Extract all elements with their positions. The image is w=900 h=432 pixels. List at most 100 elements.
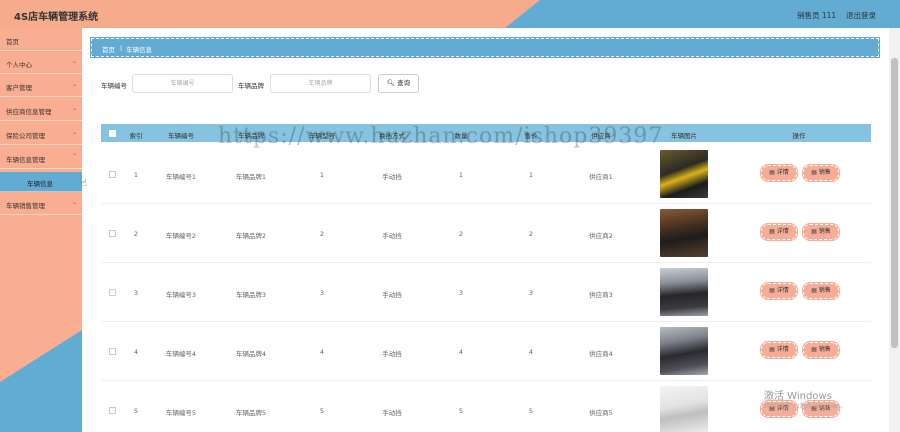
sidebar-item-home[interactable]: 首页 [0, 29, 82, 51]
search-button[interactable]: 🔍︎ 查询 [378, 74, 419, 93]
chevron-down-icon: ⌄ [71, 58, 77, 65]
sidebar-item-label: 客户管理 [6, 84, 32, 92]
sell-button[interactable]: ▤ 销售 [802, 341, 840, 359]
search-button-label: 查询 [397, 79, 411, 87]
sidebar: 首页 个人中心 ⌄ 客户管理 ⌄ 供应商信息管理 ⌄ 保险公司管理 ⌄ 车辆信息… [0, 28, 82, 432]
cell-price: 1 [528, 171, 534, 179]
col-image: 车辆图片 [671, 132, 697, 140]
detail-button-label: 详情 [776, 287, 789, 294]
windows-activation-hint: 转到"设置"以激活 Windows。 [764, 403, 847, 410]
vehicle-brand-input[interactable]: 车辆品牌 [270, 74, 371, 93]
cell-index: 2 [133, 230, 139, 238]
scrollbar-thumb[interactable] [891, 58, 898, 348]
watermark: https://www.huzhan.com/ishop39397 [218, 124, 664, 149]
cell-brand: 车辆品牌1 [235, 173, 267, 181]
row-checkbox[interactable] [109, 171, 116, 178]
car-thumbnail [660, 327, 708, 375]
sell-button-label: 销售 [818, 287, 831, 294]
detail-button[interactable]: ▤ 详情 [760, 223, 798, 241]
sidebar-item-vehicle-info-mgmt[interactable]: 车辆信息管理 ⌃ [0, 147, 82, 169]
cell-qty: 2 [458, 230, 464, 238]
row-checkbox[interactable] [109, 407, 116, 414]
sidebar-item-vehicle-info[interactable]: 车辆信息 [0, 172, 82, 192]
cell-brand: 车辆品牌4 [235, 350, 267, 358]
cell-code: 车辆编号5 [165, 409, 197, 417]
page-scrollbar[interactable] [889, 28, 900, 432]
cell-code: 车辆编号1 [165, 173, 197, 181]
cell-model: 1 [319, 171, 325, 179]
detail-button[interactable]: ▤ 详情 [760, 341, 798, 359]
chevron-up-icon: ⌃ [71, 153, 77, 160]
sidebar-item-suppliers[interactable]: 供应商信息管理 ⌄ [0, 99, 82, 121]
row-checkbox[interactable] [109, 230, 116, 237]
chevron-down-icon: ⌄ [71, 129, 77, 136]
cell-model: 2 [319, 230, 325, 238]
detail-button[interactable]: ▤ 详情 [760, 282, 798, 300]
sell-button-label: 销售 [818, 169, 831, 176]
sidebar-item-customers[interactable]: 客户管理 ⌄ [0, 75, 82, 97]
sidebar-item-label: 首页 [6, 38, 19, 46]
cell-code: 车辆编号4 [165, 350, 197, 358]
cell-supplier: 供应商2 [589, 232, 613, 240]
table-row: 3 车辆编号3 车辆品牌3 3 手动挡 3 3 供应商3 ▤ 详情 ▤ 销售 [101, 263, 871, 322]
detail-button[interactable]: ▤ 详情 [760, 164, 798, 182]
cell-supplier: 供应商1 [589, 173, 613, 181]
sell-button[interactable]: ▤ 销售 [802, 164, 840, 182]
vehicle-code-label: 车辆编号 [101, 82, 127, 90]
cell-code: 车辆编号3 [165, 291, 197, 299]
breadcrumb-home[interactable]: 首页 [102, 44, 115, 54]
sidebar-item-label: 车辆信息管理 [6, 156, 45, 164]
cell-code: 车辆编号2 [165, 232, 197, 240]
chevron-down-icon: ⌄ [71, 105, 77, 112]
windows-activation-title: 激活 Windows [764, 391, 832, 402]
select-all-checkbox[interactable] [109, 130, 116, 137]
sell-button[interactable]: ▤ 销售 [802, 282, 840, 300]
cell-price: 2 [528, 230, 534, 238]
cell-index: 5 [133, 407, 139, 415]
chevron-down-icon: ⌄ [71, 199, 77, 206]
table-row: 5 车辆编号5 车辆品牌5 5 手动挡 5 5 供应商5 ▤ 详情 ▤ 销售 [101, 381, 871, 432]
cell-index: 4 [133, 348, 139, 356]
cell-shift: 手动挡 [382, 409, 402, 417]
table-row: 4 车辆编号4 车辆品牌4 4 手动挡 4 4 供应商4 ▤ 详情 ▤ 销售 [101, 322, 871, 381]
detail-button-label: 详情 [776, 346, 789, 353]
sidebar-item-label: 个人中心 [6, 61, 32, 69]
vehicle-code-input[interactable]: 车辆编号 [132, 74, 233, 93]
cell-supplier: 供应商4 [589, 350, 613, 358]
sidebar-item-label: 车辆信息 [27, 180, 53, 188]
search-icon: 🔍︎ [386, 79, 396, 87]
sell-button[interactable]: ▤ 销售 [802, 223, 840, 241]
sidebar-item-vehicle-sales[interactable]: 车辆销售管理 ⌄ [0, 193, 82, 215]
mouse-cursor-icon: ☝ [81, 178, 88, 189]
cell-model: 4 [319, 348, 325, 356]
cell-qty: 5 [458, 407, 464, 415]
sidebar-item-profile[interactable]: 个人中心 ⌄ [0, 52, 82, 74]
sell-button-label: 销售 [818, 228, 831, 235]
car-thumbnail [660, 150, 708, 198]
vehicle-brand-label: 车辆品牌 [238, 82, 264, 90]
car-thumbnail [660, 209, 708, 257]
logout-link[interactable]: 退出登录 [846, 10, 876, 21]
cell-qty: 4 [458, 348, 464, 356]
app-title: 4S店车辆管理系统 [14, 12, 99, 23]
sidebar-item-label: 保险公司管理 [6, 132, 45, 140]
detail-button-label: 详情 [776, 169, 789, 176]
cell-supplier: 供应商3 [589, 291, 613, 299]
cell-shift: 手动挡 [382, 350, 402, 358]
table-row: 1 车辆编号1 车辆品牌1 1 手动挡 1 1 供应商1 ▤ 详情 ▤ 销售 [101, 145, 871, 204]
row-checkbox[interactable] [109, 348, 116, 355]
sidebar-item-label: 车辆销售管理 [6, 202, 45, 210]
cell-shift: 手动挡 [382, 173, 402, 181]
breadcrumb: 首页 | 车辆信息 [90, 37, 880, 58]
breadcrumb-separator: | [120, 44, 123, 52]
col-code: 车辆编号 [168, 132, 194, 140]
cell-shift: 手动挡 [382, 291, 402, 299]
col-actions: 操作 [792, 132, 806, 140]
car-thumbnail [660, 268, 708, 316]
cell-brand: 车辆品牌5 [235, 409, 267, 417]
sidebar-item-insurance[interactable]: 保险公司管理 ⌄ [0, 123, 82, 145]
car-thumbnail [660, 386, 708, 432]
row-checkbox[interactable] [109, 289, 116, 296]
breadcrumb-current: 车辆信息 [126, 46, 152, 54]
cell-brand: 车辆品牌3 [235, 291, 267, 299]
